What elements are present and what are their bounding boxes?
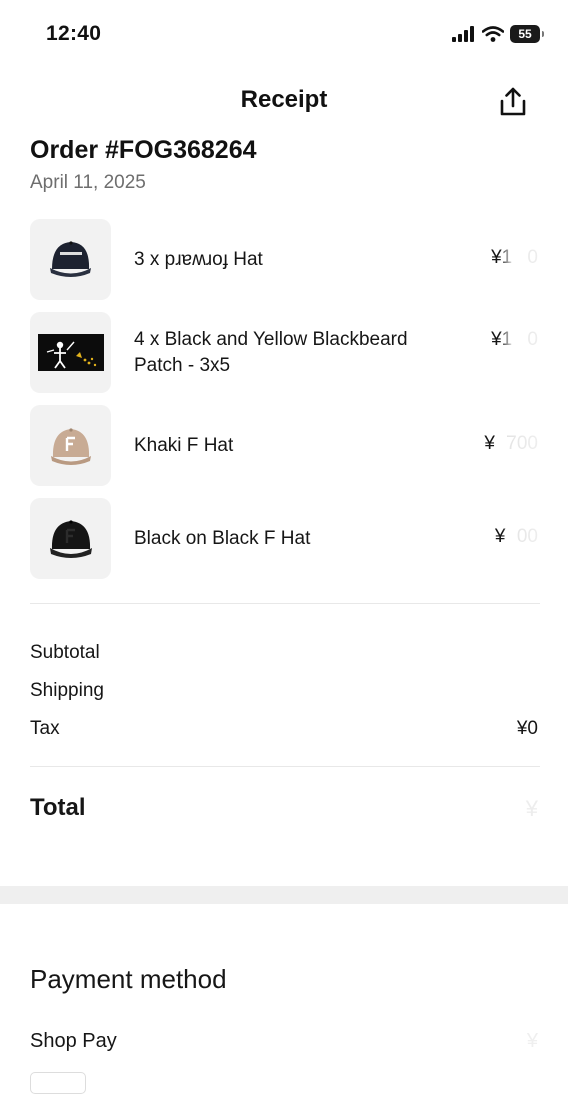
subtotal-label: Subtotal <box>30 642 100 663</box>
item-price: ¥ 00 <box>494 526 538 547</box>
item-name: Black on Black F Hat <box>134 528 311 549</box>
tax-label: Tax <box>30 718 60 739</box>
wifi-icon <box>482 26 504 42</box>
list-item[interactable]: Black on Black F Hat ¥ 00 <box>30 498 540 580</box>
total-label: Total <box>30 794 86 821</box>
payment-card-icon <box>30 1072 86 1094</box>
share-icon[interactable] <box>498 86 528 118</box>
shipping-label: Shipping <box>30 680 104 701</box>
item-name: 3 x pɹɐʍɹoɟ Hat <box>134 249 263 270</box>
black-cap-image <box>30 498 111 579</box>
cellular-signal-icon <box>452 26 474 42</box>
list-item[interactable]: Khaki F Hat ¥ 700 <box>30 405 540 487</box>
divider <box>30 766 540 767</box>
status-icons: 55 <box>452 25 544 43</box>
item-price: ¥1 0 <box>491 247 538 268</box>
payment-method-name: Shop Pay <box>30 1030 117 1052</box>
page-title: Receipt <box>240 86 328 113</box>
status-bar: 12:40 55 <box>0 0 568 70</box>
item-name: Khaki F Hat <box>134 435 234 456</box>
total-value: ¥ <box>525 796 538 821</box>
navy-cap-image <box>30 219 111 300</box>
battery-icon: 55 <box>510 25 544 43</box>
list-item[interactable]: 3 x pɹɐʍɹoɟ Hat ¥1 0 <box>30 219 540 301</box>
battery-level: 55 <box>518 27 532 41</box>
status-time: 12:40 <box>46 22 102 45</box>
khaki-cap-image <box>30 405 111 486</box>
item-price: ¥ 700 <box>484 433 538 454</box>
item-price: ¥1 0 <box>491 329 538 350</box>
blackbeard-flag-image <box>30 312 111 393</box>
divider <box>30 603 540 604</box>
list-item[interactable]: 4 x Black and Yellow Blackbeard Patch - … <box>30 312 540 394</box>
tax-value: ¥0 <box>516 718 538 739</box>
item-name: 4 x Black and Yellow Blackbeard Patch - … <box>134 329 408 376</box>
payment-method-heading: Payment method <box>30 964 227 994</box>
order-number: Order #FOG368264 <box>30 136 257 164</box>
order-date: April 11, 2025 <box>30 172 146 193</box>
section-separator <box>0 886 568 904</box>
payment-amount: ¥ <box>526 1030 538 1052</box>
